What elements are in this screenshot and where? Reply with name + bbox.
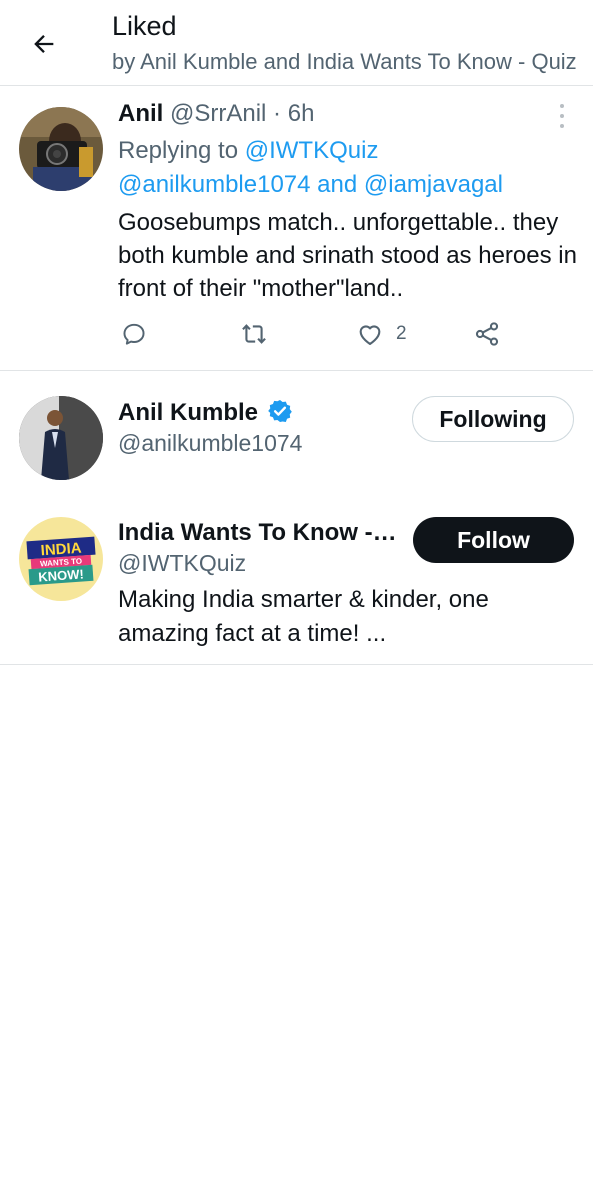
share-icon bbox=[475, 322, 499, 346]
tweet-author-handle[interactable]: @SrrAnil bbox=[170, 100, 266, 127]
reply-icon bbox=[123, 323, 145, 345]
user-name[interactable]: Anil Kumble bbox=[118, 399, 258, 426]
tweet-text: Goosebumps match.. unforgettable.. they … bbox=[118, 209, 577, 302]
dot-separator: · bbox=[273, 100, 282, 127]
share-button[interactable] bbox=[473, 318, 501, 350]
avatar-logo: INDIA WANTS TO KNOW! bbox=[19, 517, 103, 601]
replying-to-line-2: @anilkumble1074 and @iamjavagal bbox=[118, 171, 503, 199]
svg-text:KNOW!: KNOW! bbox=[38, 566, 84, 584]
avatar-photo bbox=[19, 107, 103, 191]
mention-joiner[interactable]: and bbox=[317, 171, 357, 198]
like-count: 2 bbox=[396, 323, 407, 344]
follow-button[interactable]: Follow bbox=[413, 517, 574, 563]
like-button[interactable]: 2 bbox=[356, 318, 407, 350]
user-handle[interactable]: @anilkumble1074 bbox=[118, 430, 302, 457]
tweet-author-name[interactable]: Anil bbox=[118, 100, 163, 127]
like-icon bbox=[359, 325, 381, 345]
following-button[interactable]: Following bbox=[412, 396, 574, 442]
tweet-header: Anil @SrrAnil · 6h bbox=[118, 100, 314, 128]
reply-button[interactable] bbox=[121, 318, 147, 350]
avatar-photo bbox=[19, 396, 103, 480]
top-bar: Liked by Anil Kumble and India Wants To … bbox=[0, 0, 593, 86]
verified-badge-icon bbox=[267, 399, 292, 423]
back-arrow-icon bbox=[34, 35, 54, 53]
replying-to-line: Replying to @IWTKQuiz bbox=[118, 137, 378, 165]
page-subtitle: by Anil Kumble and India Wants To Know -… bbox=[112, 49, 577, 74]
more-options-button[interactable] bbox=[552, 104, 572, 128]
replying-label: Replying to bbox=[118, 137, 239, 164]
user-avatar[interactable]: INDIA WANTS TO KNOW! bbox=[19, 517, 103, 601]
more-icon bbox=[560, 104, 564, 108]
tweet-time[interactable]: 6h bbox=[288, 100, 315, 127]
mention-link[interactable]: @anilkumble1074 bbox=[118, 171, 310, 198]
mention-link[interactable]: @IWTKQuiz bbox=[245, 137, 379, 164]
back-button[interactable] bbox=[24, 24, 64, 64]
user-avatar[interactable] bbox=[19, 396, 103, 480]
user-bio: Making India smarter & kinder, one amazi… bbox=[118, 586, 489, 647]
retweet-icon bbox=[242, 324, 266, 344]
user-handle[interactable]: @IWTKQuiz bbox=[118, 550, 246, 577]
user-name[interactable]: India Wants To Know - Quiz bbox=[118, 519, 403, 547]
divider bbox=[0, 664, 593, 665]
mention-link[interactable]: @iamjavagal bbox=[364, 171, 503, 198]
tweet-author-avatar[interactable] bbox=[19, 107, 103, 191]
retweet-button[interactable] bbox=[240, 318, 268, 350]
page-title: Liked bbox=[112, 11, 177, 41]
user-name-row[interactable]: Anil Kumble bbox=[118, 398, 293, 427]
